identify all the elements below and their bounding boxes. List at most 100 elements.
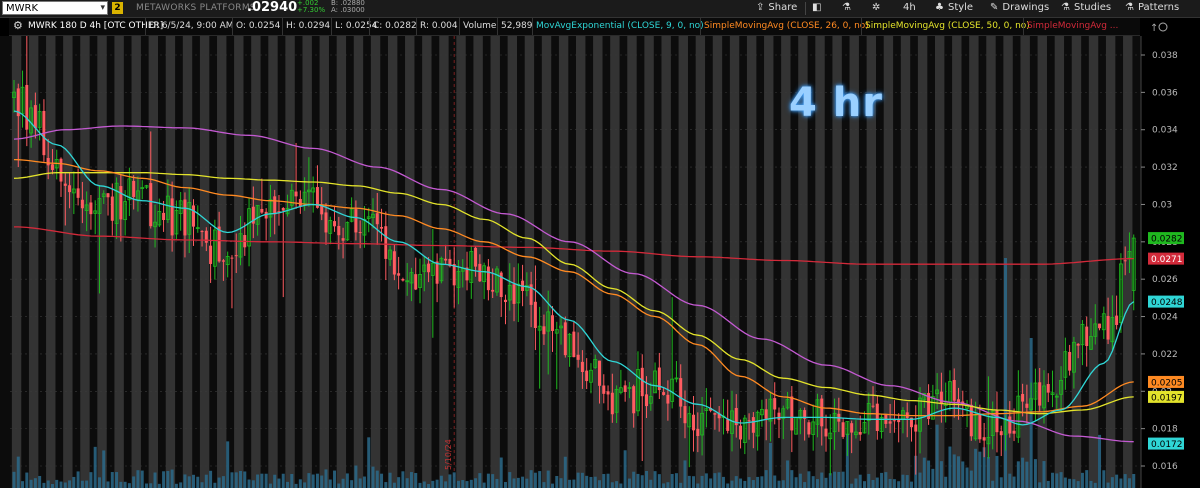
- candle-body-down: [683, 406, 687, 424]
- candle-body-down: [790, 396, 794, 431]
- session-band: [627, 36, 637, 488]
- volume-bar: [358, 478, 362, 488]
- price-tag-label: 0.0248: [1151, 298, 1183, 308]
- legend-sma50[interactable]: SimpleMovingAvg (CLOSE, 50, 0, no): [861, 18, 1030, 35]
- candle-body-down: [230, 257, 234, 259]
- volume-bar: [815, 479, 819, 488]
- candle-body-down: [871, 405, 875, 407]
- candle-body-down: [170, 198, 174, 236]
- volume-bar: [871, 479, 875, 488]
- bar-high: H: 0.0294: [282, 18, 330, 35]
- volume-bar: [204, 474, 208, 488]
- volume-bar: [965, 467, 969, 488]
- volume-bar: [273, 474, 277, 488]
- volume-bar: [486, 473, 490, 488]
- volume-bar: [409, 472, 413, 488]
- axis-tick-label: 0.032: [1152, 163, 1178, 173]
- session-band: [1037, 36, 1047, 488]
- volume-bar: [820, 472, 824, 488]
- volume-bar: [298, 479, 302, 488]
- volume-bar: [153, 472, 157, 488]
- volume-bar: [546, 470, 550, 488]
- price-tag-label: 0.0197: [1151, 393, 1183, 403]
- volume-bar: [935, 424, 939, 488]
- candle-body-down: [452, 264, 456, 286]
- candle-body-down: [337, 225, 341, 236]
- candle-body-down: [875, 403, 879, 431]
- date-marker-label: 5/10/24: [444, 439, 453, 470]
- candle-body-down: [132, 180, 136, 197]
- legend-sma-red[interactable]: SimpleMovingAvg ...: [1023, 18, 1118, 35]
- volume-label: Volume: [459, 18, 496, 35]
- volume-bar: [803, 482, 807, 488]
- volume-bar: [1063, 477, 1067, 488]
- volume-bar: [431, 480, 435, 488]
- volume-bar: [452, 472, 456, 488]
- volume-bar: [632, 471, 636, 488]
- volume-bar: [226, 441, 230, 488]
- volume-bar: [649, 479, 653, 488]
- volume-bar: [294, 483, 298, 488]
- candle-body-down: [192, 205, 195, 227]
- volume-bar: [444, 481, 448, 488]
- session-band: [1105, 36, 1116, 488]
- axis-tick-label: 0.034: [1152, 126, 1178, 136]
- volume-bar: [653, 471, 657, 488]
- volume-bar: [709, 478, 713, 488]
- volume-bar: [174, 483, 178, 488]
- session-band: [131, 36, 141, 488]
- volume-bar: [974, 448, 978, 488]
- volume-bar: [401, 471, 405, 488]
- volume-bar: [957, 456, 960, 488]
- session-band: [610, 36, 620, 488]
- candle-body-down: [50, 164, 54, 170]
- volume-bar: [927, 460, 931, 488]
- candle-body-down: [435, 261, 439, 284]
- volume-bar: [619, 483, 623, 488]
- candle-body-down: [995, 409, 999, 433]
- session-band: [285, 36, 295, 488]
- volume-bar: [503, 481, 507, 488]
- volume-bar: [922, 457, 926, 488]
- legend-ema9[interactable]: MovAvgExponential (CLOSE, 9, 0, no): [532, 18, 704, 35]
- volume-bar: [192, 474, 195, 488]
- volume-bar: [948, 446, 952, 488]
- price-chart[interactable]: 5/10/24 ↑0.0380.0360.0340.0320.030.0280.…: [0, 0, 1200, 488]
- candle-body-down: [576, 354, 580, 360]
- volume-bar: [593, 476, 597, 488]
- volume-value: 52,989: [497, 18, 533, 35]
- candle-body-down: [773, 398, 777, 410]
- volume-bar: [666, 482, 670, 488]
- candle-body-down: [384, 226, 388, 259]
- gear-icon[interactable]: ⚙: [13, 19, 23, 32]
- volume-bar: [615, 481, 619, 488]
- candle-body-down: [606, 391, 610, 395]
- volume-bar: [713, 473, 717, 488]
- volume-bar: [657, 474, 661, 488]
- session-band: [644, 36, 654, 488]
- volume-bar: [1076, 481, 1080, 488]
- candle-body-down: [952, 380, 956, 401]
- volume-bar: [12, 471, 16, 488]
- candle-body-down: [491, 289, 495, 292]
- volume-bar: [68, 480, 72, 488]
- session-band: [593, 36, 603, 488]
- volume-bar: [1106, 482, 1110, 488]
- candle-body-down: [858, 432, 862, 435]
- volume-bar: [414, 473, 418, 488]
- bar-range: R: 0.004: [416, 18, 458, 35]
- legend-sma26[interactable]: SimpleMovingAvg (CLOSE, 26, 0, no): [700, 18, 869, 35]
- candle-body-down: [209, 245, 213, 264]
- candle-body-down: [119, 186, 123, 220]
- candle-body-down: [273, 196, 277, 215]
- volume-bar: [213, 482, 217, 488]
- volume-bar: [119, 481, 123, 488]
- candle-body-down: [110, 196, 114, 221]
- volume-bar: [512, 478, 516, 488]
- volume-bar: [623, 450, 627, 488]
- volume-bar: [550, 483, 554, 488]
- session-band: [182, 36, 193, 488]
- volume-bar: [1093, 482, 1097, 488]
- volume-bar: [1025, 461, 1029, 488]
- volume-bar: [230, 472, 234, 488]
